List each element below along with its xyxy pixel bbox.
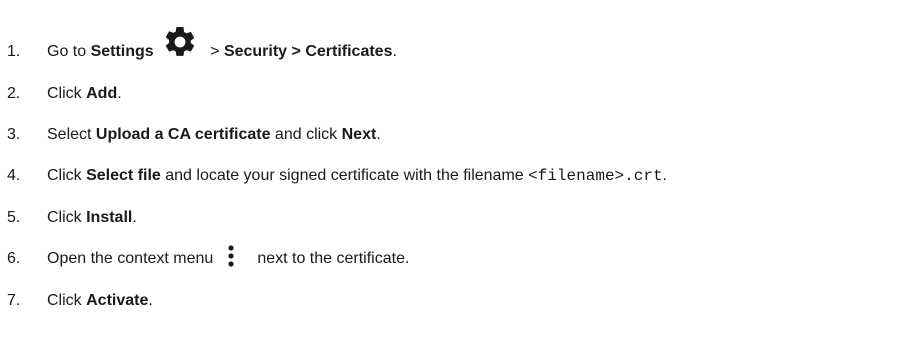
- instruction-steps: 1. Go to Settings > Security > Certifica…: [0, 0, 900, 363]
- step-1: 1. Go to Settings > Security > Certifica…: [7, 26, 397, 64]
- step-text-part: .: [662, 167, 667, 184]
- step-2: 2. Click Add .: [7, 82, 122, 106]
- step-text-part: Click: [47, 167, 87, 184]
- step-number: 1.: [7, 43, 21, 60]
- step-6: 6. Open the context menu next to the cer…: [7, 244, 410, 271]
- step-text-part: Select: [47, 126, 96, 143]
- step-number: 7.: [7, 292, 21, 309]
- step-text-part: .: [117, 85, 122, 102]
- step-text-part: .: [392, 43, 397, 60]
- step-text-part: and locate your signed certificate with …: [160, 167, 529, 184]
- add-label: Add: [86, 85, 118, 102]
- more-vertical-icon: [221, 244, 241, 268]
- step-text: Open the context menu next to the certif…: [47, 244, 410, 271]
- step-text: Click Install .: [47, 206, 137, 230]
- step-text-part: .: [148, 292, 153, 309]
- step-text-part: >: [205, 43, 224, 60]
- step-5: 5. Click Install .: [7, 206, 137, 230]
- step-text: Go to Settings > Security > Certificates…: [47, 26, 397, 70]
- step-text-part: .: [376, 126, 381, 143]
- step-number: 5.: [7, 209, 21, 226]
- step-text-part: and click: [270, 126, 342, 143]
- step-text-part: Click: [47, 209, 87, 226]
- step-text-part: Click: [47, 292, 87, 309]
- step-text: Select Upload a CA certificate and click…: [47, 123, 381, 147]
- filename-code: <filename>.crt: [528, 167, 663, 185]
- step-number: 2.: [7, 85, 21, 102]
- step-text: Click Select file and locate your signed…: [47, 164, 667, 188]
- step-text-part: Click: [47, 85, 87, 102]
- select-file-label: Select file: [86, 167, 161, 184]
- step-number: 6.: [7, 250, 21, 267]
- step-text-part: Open the context menu: [47, 250, 214, 267]
- install-label: Install: [86, 209, 133, 226]
- activate-label: Activate: [86, 292, 149, 309]
- step-4: 4. Click Select file and locate your sig…: [7, 164, 667, 188]
- next-label: Next: [341, 126, 377, 143]
- step-3: 3. Select Upload a CA certificate and cl…: [7, 123, 381, 147]
- step-text: Click Add .: [47, 82, 122, 106]
- security-certificates-label: Security > Certificates: [223, 43, 393, 60]
- step-number: 4.: [7, 167, 21, 184]
- step-text: Click Activate .: [47, 289, 153, 313]
- step-number: 3.: [7, 126, 21, 143]
- step-text-part: .: [132, 209, 137, 226]
- step-text-part: next to the certificate.: [257, 250, 410, 267]
- upload-ca-certificate-label: Upload a CA certificate: [95, 126, 271, 143]
- settings-label: Settings: [90, 43, 154, 60]
- step-text-part: Go to: [47, 43, 91, 60]
- gear-icon: [160, 24, 200, 60]
- step-7: 7. Click Activate .: [7, 289, 153, 313]
